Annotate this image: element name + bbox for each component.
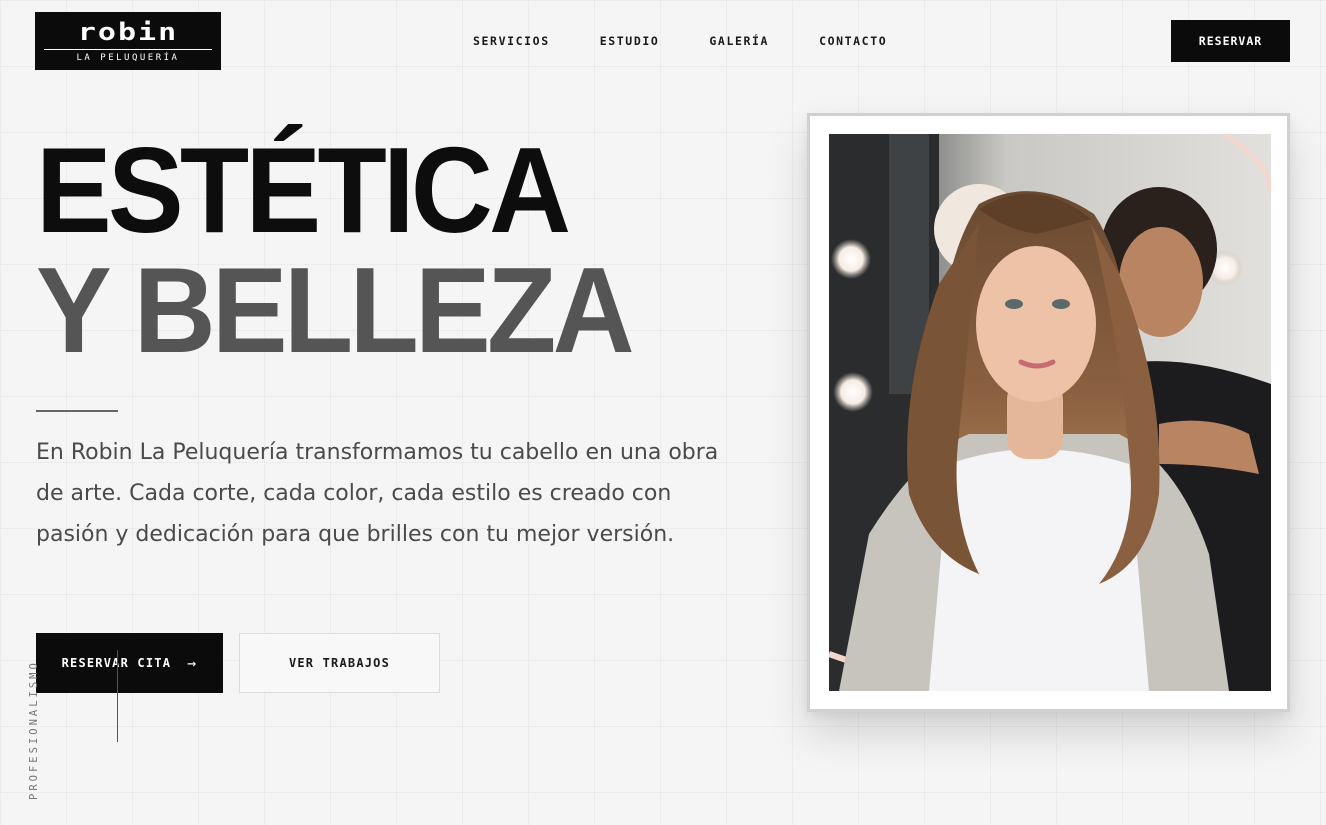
brand-logo[interactable]: robin LA PELUQUERÍA <box>35 12 221 70</box>
hero-title-line-2: Y BELLEZA <box>36 242 635 378</box>
photo-frame <box>807 113 1290 712</box>
arrow-right-icon: → <box>187 654 198 672</box>
side-label: PROFESIONALISMO <box>28 660 40 800</box>
book-appointment-button[interactable]: RESERVAR CITA → <box>36 633 223 693</box>
hero-title-line-1: ESTÉTICA <box>36 122 571 258</box>
view-work-button[interactable]: VER TRABAJOS <box>239 633 440 693</box>
vertical-rule <box>117 650 118 742</box>
hero-divider <box>36 410 118 412</box>
hero-description: En Robin La Peluquería transformamos tu … <box>36 440 719 547</box>
stylist-with-client-photo <box>829 134 1271 691</box>
logo-divider <box>44 49 212 50</box>
nav-link-galeria[interactable]: GALERÍA <box>709 33 769 49</box>
logo-tagline: LA PELUQUERÍA <box>76 53 180 63</box>
nav-link-estudio[interactable]: ESTUDIO <box>600 33 660 49</box>
reserve-button[interactable]: RESERVAR <box>1171 20 1290 62</box>
main-nav: SERVICIOS ESTUDIO GALERÍA CONTACTO <box>473 33 937 49</box>
logo-wordmark: robin <box>77 18 179 47</box>
nav-link-contacto[interactable]: CONTACTO <box>819 33 887 49</box>
nav-link-servicios[interactable]: SERVICIOS <box>473 33 550 49</box>
